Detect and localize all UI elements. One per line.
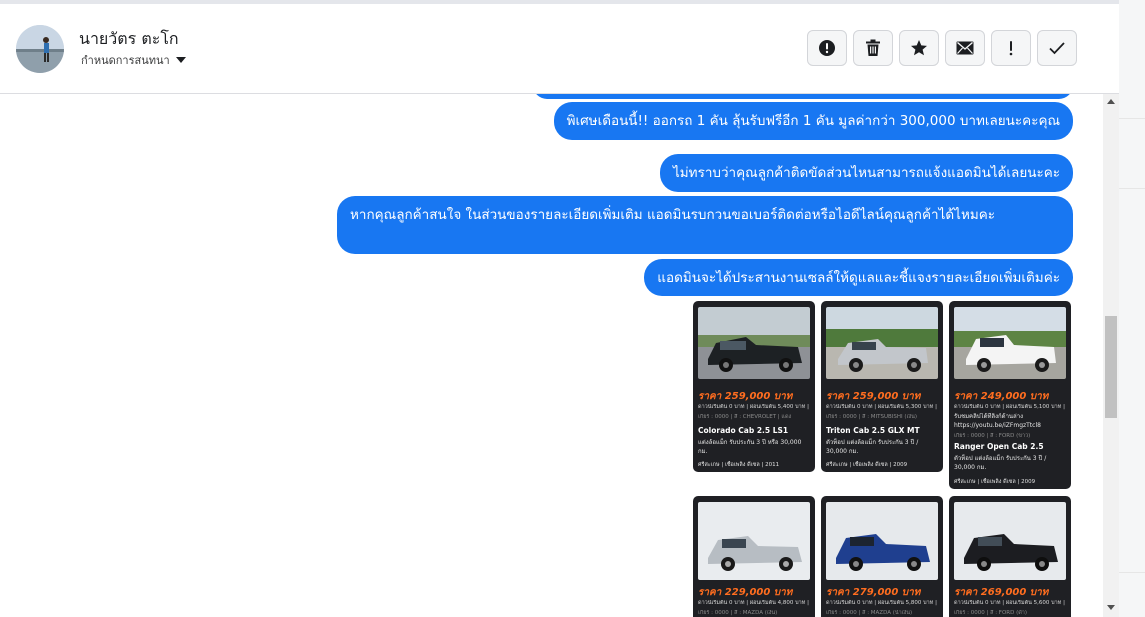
right-panel-gutter	[1119, 0, 1145, 617]
important-button[interactable]	[991, 30, 1031, 66]
car-price: ราคา 249,000 บาท	[954, 391, 1049, 402]
gutter-divider	[1119, 188, 1145, 189]
spec-info: เกียร์ : 0000 | สี : CHEVROLET | แดง	[698, 414, 792, 420]
exclamation-icon	[1009, 41, 1013, 56]
message-bubble[interactable]: แอดมินจะได้ประสานงานเซลล์ให้ดูแลและชี้แจ…	[644, 259, 1073, 296]
message-bubble[interactable]: ไม่ทราบว่าคุณลูกค้าติดขัดส่วนไหนสามารถแจ…	[659, 154, 1073, 192]
scroll-up-arrow-icon[interactable]	[1107, 99, 1115, 104]
car-description: ตัวท็อป แต่งล้อแม็ก รับประกัน 3 ปี / 30,…	[954, 455, 1047, 471]
gutter-divider	[1119, 118, 1145, 119]
message-text: แอดมินจะได้ประสานงานเซลล์ให้ดูแลและชี้แจ…	[657, 270, 1060, 286]
car-price: ราคา 259,000 บาท	[698, 391, 793, 402]
mail-icon	[956, 41, 974, 55]
delete-button[interactable]	[853, 30, 893, 66]
finance-info: ดาวน์เริ่มต้น 0 บาท | ผ่อนเริ่มต้น 5,100…	[954, 404, 1067, 410]
spec-info: เกียร์ : 0000 | สี : FORD (ขาว)	[954, 433, 1031, 439]
youtube-promo: รับชมคลิปได้ที่ลิงก์ด้านล่าง	[954, 413, 1024, 420]
contact-name: นายวัตร ตะโก	[79, 29, 179, 48]
car-description: ตัวท็อป แต่งล้อแม็ก รับประกัน 3 ปี / 30,…	[826, 439, 919, 455]
trash-icon	[866, 39, 880, 56]
alert-circle-icon	[819, 40, 835, 56]
message-bubble[interactable]: พิเศษเดือนนี้!! ออกรถ 1 คัน ลุ้นรับฟรีอี…	[553, 102, 1073, 140]
scrollbar-thumb[interactable]	[1105, 316, 1117, 418]
car-photo	[826, 502, 938, 580]
header-actions	[807, 30, 1077, 66]
schedule-conversation-dropdown[interactable]: กำหนดการสนทนา	[81, 51, 186, 69]
finance-info: ดาวน์เริ่มต้น 0 บาท | ผ่อนเริ่มต้น 5,600…	[954, 600, 1067, 606]
avatar-photo	[16, 25, 64, 73]
finance-info: ดาวน์เริ่มต้น 0 บาท | ผ่อนเริ่มต้น 4,800…	[698, 600, 811, 606]
check-icon	[1049, 42, 1065, 55]
finance-info: ดาวน์เริ่มต้น 0 บาท | ผ่อนเริ่มต้น 5,300…	[826, 404, 939, 410]
car-photo	[954, 307, 1066, 379]
car-listing-card[interactable]: ราคา 259,000 บาท ดาวน์เริ่มต้น 0 บาท | ผ…	[693, 301, 815, 472]
car-listing-card[interactable]: ราคา 249,000 บาท ดาวน์เริ่มต้น 0 บาท | ผ…	[949, 301, 1071, 489]
spec-info: เกียร์ : 0000 | สี : FORD (ดำ)	[954, 610, 1028, 616]
spec-info: เกียร์ : 0000 | สี : MITSUBISHI (เงิน)	[826, 414, 918, 420]
gutter-divider	[1119, 572, 1145, 573]
scroll-down-arrow-icon[interactable]	[1107, 605, 1115, 610]
car-price: ราคา 229,000 บาท	[698, 587, 793, 598]
alert-circle-button[interactable]	[807, 30, 847, 66]
avatar[interactable]	[16, 25, 64, 73]
car-listing-card[interactable]: ราคา 259,000 บาท ดาวน์เริ่มต้น 0 บาท | ผ…	[821, 301, 943, 472]
car-photo	[698, 307, 810, 379]
car-description: แต่งล้อแม็ก รับประกัน 3 ปี หรือ 30,000 ก…	[698, 439, 802, 455]
car-price: ราคา 279,000 บาท	[826, 587, 921, 598]
star-button[interactable]	[899, 30, 939, 66]
message-text: ไม่ทราบว่าคุณลูกค้าติดขัดส่วนไหนสามารถแจ…	[672, 165, 1060, 181]
car-footer: ศรีสะเกษ | เชื้อเพลิง ดีเซล | 2009	[826, 462, 908, 468]
conversation-header: นายวัตร ตะโก กำหนดการสนทนา	[0, 4, 1119, 94]
spec-info: เกียร์ : 0000 | สี : MAZDA (น้ำเงิน)	[826, 610, 913, 616]
schedule-conversation-label: กำหนดการสนทนา	[81, 54, 170, 67]
car-model: Triton Cab 2.5 GLX MT	[826, 426, 920, 435]
car-model: Colorado Cab 2.5 LS1	[698, 426, 789, 435]
finance-info: ดาวน์เริ่มต้น 0 บาท | ผ่อนเริ่มต้น 5,400…	[698, 404, 811, 410]
car-photo	[698, 502, 810, 580]
car-footer: ศรีสะเกษ | เชื้อเพลิง ดีเซล | 2011	[698, 462, 780, 468]
finance-info: ดาวน์เริ่มต้น 0 บาท | ผ่อนเริ่มต้น 5,800…	[826, 600, 939, 606]
star-icon	[911, 40, 927, 56]
car-photo	[826, 307, 938, 379]
message-text: หากคุณลูกค้าสนใจ ในส่วนของรายละเอียดเพิ่…	[350, 207, 996, 223]
car-price: ราคา 269,000 บาท	[954, 587, 1049, 598]
youtube-link[interactable]: https://youtu.be/iZFmgzTtcl8	[954, 422, 1068, 430]
message-thread[interactable]: พิเศษเดือนนี้!! ออกรถ 1 คัน ลุ้นรับฟรีอี…	[0, 94, 1103, 617]
spec-info: เกียร์ : 0000 | สี : MAZDA (เงิน)	[698, 610, 778, 616]
car-footer: ศรีสะเกษ | เชื้อเพลิง ดีเซล | 2009	[954, 479, 1036, 485]
thread-scrollbar[interactable]	[1103, 94, 1119, 617]
mail-button[interactable]	[945, 30, 985, 66]
message-bubble[interactable]: หากคุณลูกค้าสนใจ ในส่วนของรายละเอียดเพิ่…	[337, 196, 1073, 254]
mark-done-button[interactable]	[1037, 30, 1077, 66]
car-listing-card[interactable]: ราคา 229,000 บาท ดาวน์เริ่มต้น 0 บาท | ผ…	[693, 496, 815, 617]
car-price: ราคา 259,000 บาท	[826, 391, 921, 402]
message-text: พิเศษเดือนนี้!! ออกรถ 1 คัน ลุ้นรับฟรีอี…	[566, 113, 1060, 129]
car-photo	[954, 502, 1066, 580]
car-listing-card[interactable]: ราคา 269,000 บาท ดาวน์เริ่มต้น 0 บาท | ผ…	[949, 496, 1071, 617]
car-model: Ranger Open Cab 2.5	[954, 442, 1044, 451]
message-bubble-partial	[533, 94, 1073, 99]
car-listing-card[interactable]: ราคา 279,000 บาท ดาวน์เริ่มต้น 0 บาท | ผ…	[821, 496, 943, 617]
caret-down-icon	[175, 57, 186, 63]
